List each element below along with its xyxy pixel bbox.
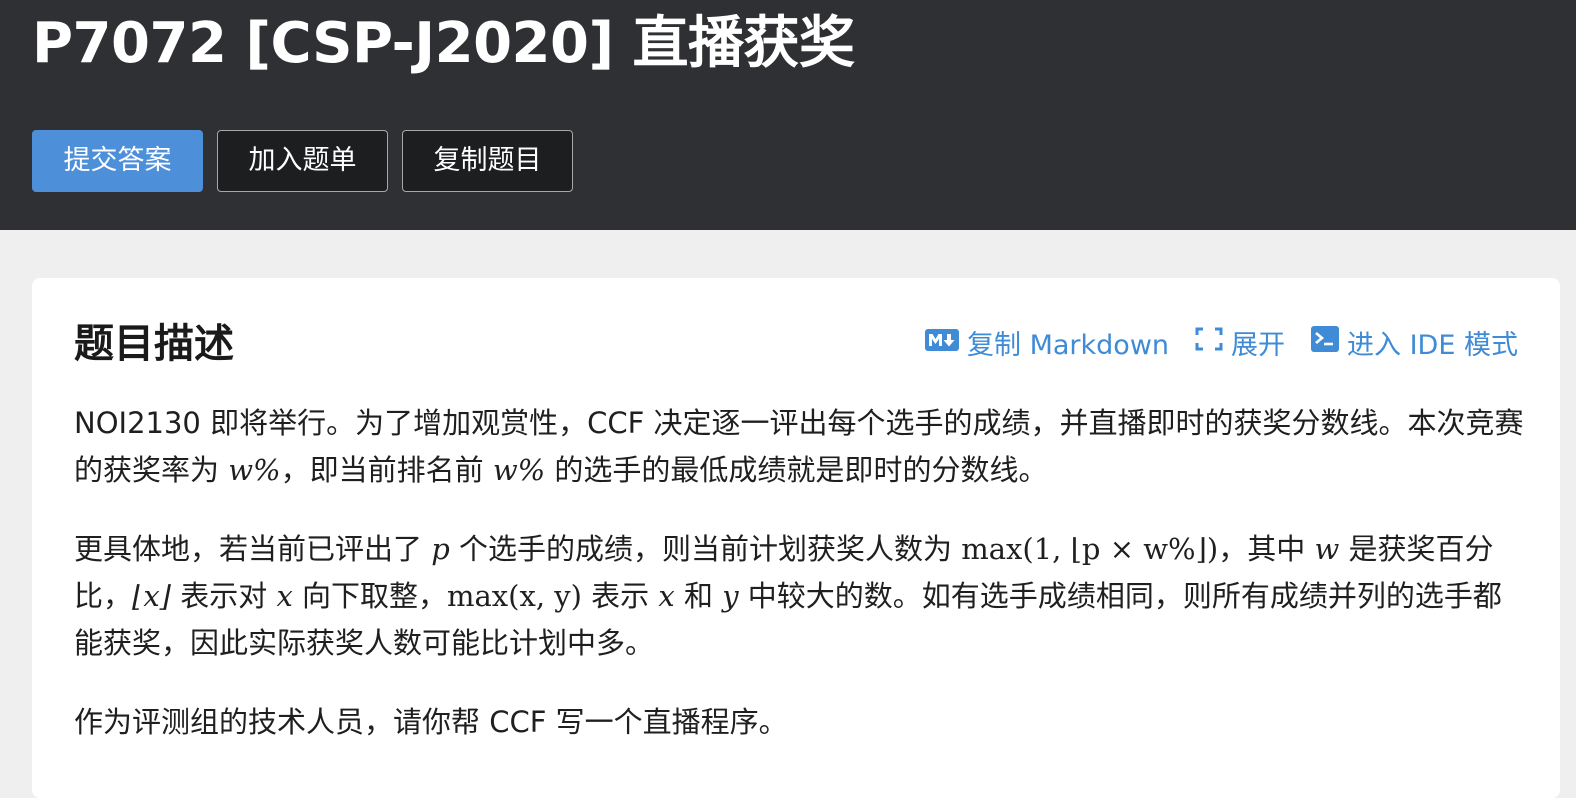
text: 表示对 <box>171 579 277 613</box>
add-to-list-button[interactable]: 加入题单 <box>217 130 388 192</box>
copy-problem-button[interactable]: 复制题目 <box>402 130 573 192</box>
copy-markdown-label: 复制 Markdown <box>967 329 1170 361</box>
expand-icon <box>1195 327 1223 358</box>
text: ，即当前排名前 <box>280 453 493 487</box>
markdown-icon <box>925 327 959 358</box>
text: ，其中 <box>1218 532 1315 566</box>
math-max-formula: max(1, ⌊p × w%⌋) <box>961 532 1219 566</box>
page-title: P7072 [CSP-J2020] 直播获奖 <box>32 11 855 76</box>
text: 的选手的最低成绩就是即时的分数线。 <box>545 453 1048 487</box>
math-w-percent: w% <box>492 453 546 487</box>
math-y: y <box>722 579 739 613</box>
submit-button[interactable]: 提交答案 <box>32 130 203 192</box>
problem-card: 题目描述 复制 Markdown 展开 进入 IDE 模式 NOI2130 即将… <box>32 278 1560 798</box>
section-title: 题目描述 <box>74 321 234 367</box>
description-paragraph-1: NOI2130 即将举行。为了增加观赏性，CCF 决定逐一评出每个选手的成绩，并… <box>74 400 1526 494</box>
copy-markdown-button[interactable]: 复制 Markdown <box>925 323 1169 362</box>
text: 向下取整， <box>292 579 448 613</box>
math-floor-x: ⌊x⌋ <box>132 579 171 613</box>
text: 更具体地，若当前已评出了 <box>74 532 432 566</box>
text: 个选手的成绩，则当前计划获奖人数为 <box>449 532 962 566</box>
text: 和 <box>674 579 723 613</box>
expand-button[interactable]: 展开 <box>1195 323 1285 362</box>
math-x: x <box>276 579 293 613</box>
description-paragraph-3: 作为评测组的技术人员，请你帮 CCF 写一个直播程序。 <box>74 705 788 739</box>
expand-label: 展开 <box>1231 329 1286 361</box>
section-actions: 复制 Markdown 展开 进入 IDE 模式 <box>925 322 1518 362</box>
math-w: w <box>1314 532 1340 566</box>
math-w-percent: w% <box>228 453 281 487</box>
math-p: p <box>431 532 450 566</box>
problem-description: NOI2130 即将举行。为了增加观赏性，CCF 决定逐一评出每个选手的成绩，并… <box>74 400 1526 778</box>
terminal-icon <box>1311 325 1340 359</box>
description-paragraph-2: 更具体地，若当前已评出了 p 个选手的成绩，则当前计划获奖人数为 max(1, … <box>74 526 1526 667</box>
math-x: x <box>658 579 675 613</box>
ide-mode-label: 进入 IDE 模式 <box>1347 329 1518 361</box>
problem-header: P7072 [CSP-J2020] 直播获奖 提交答案 加入题单 复制题目 <box>0 0 1576 230</box>
math-max-xy: max(x, y) <box>447 579 582 613</box>
ide-mode-button[interactable]: 进入 IDE 模式 <box>1311 323 1518 362</box>
text: 表示 <box>581 579 659 613</box>
